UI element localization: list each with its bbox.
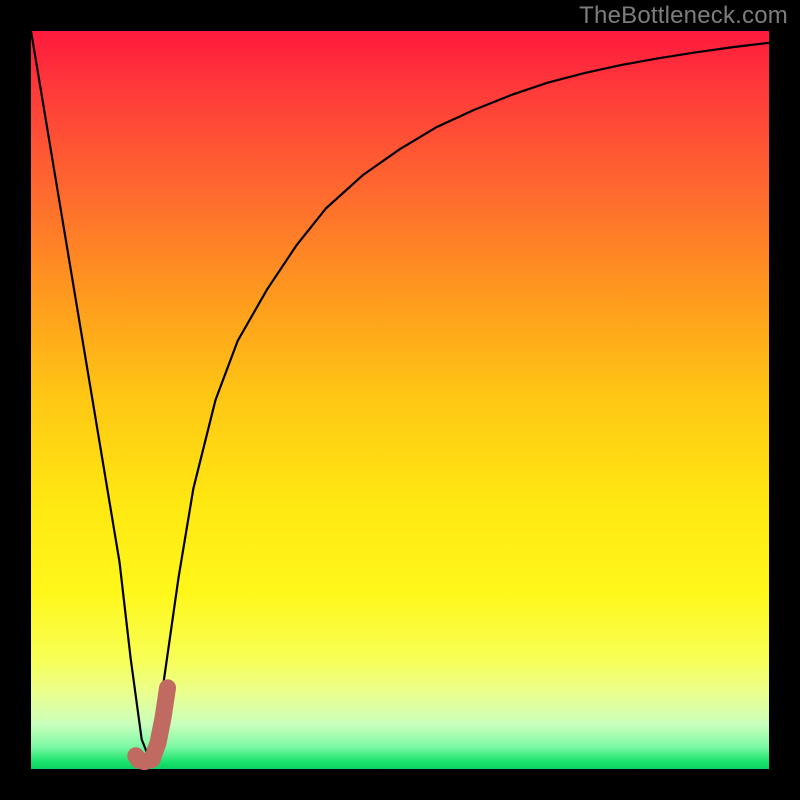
watermark-text: TheBottleneck.com	[579, 2, 788, 30]
chart-frame: TheBottleneck.com	[0, 0, 800, 800]
bottleneck-curve	[31, 31, 769, 758]
chart-overlay	[31, 31, 769, 769]
